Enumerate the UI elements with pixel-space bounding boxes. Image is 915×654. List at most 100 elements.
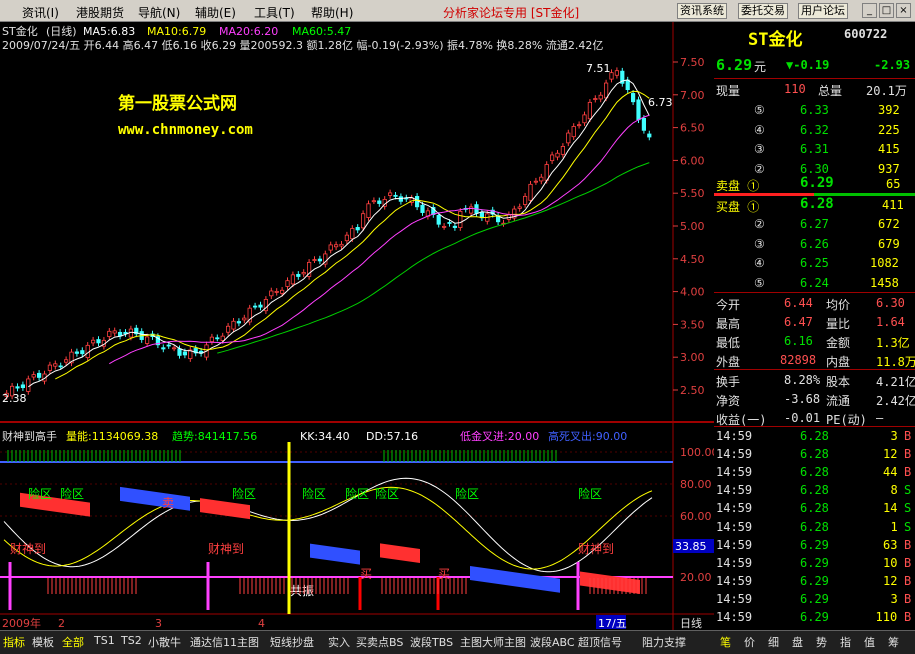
panel-tab-1[interactable]: 价 xyxy=(744,634,755,650)
panel-tab-6[interactable]: 值 xyxy=(864,634,875,650)
bottom-tab-14[interactable]: 阻力支撑 xyxy=(642,634,686,650)
bottom-tab-8[interactable]: 实入 xyxy=(328,634,350,650)
close-icon[interactable]: × xyxy=(896,3,911,18)
panel-tab-0[interactable]: 笔 xyxy=(720,634,731,650)
bottom-tab-1[interactable]: 模板 xyxy=(32,634,54,650)
tick-volume: 12 xyxy=(883,573,898,588)
bottom-tab-5[interactable]: 小散牛 xyxy=(148,634,181,650)
panel-tab-5[interactable]: 指 xyxy=(840,634,851,650)
tick-time: 14:59 xyxy=(716,555,753,570)
tick-row: 14:59 6.28 8 S xyxy=(714,481,915,500)
ask-volume: 937 xyxy=(878,161,900,176)
x-axis-tick: 2 xyxy=(58,617,65,630)
tick-row: 14:59 6.28 1 S xyxy=(714,518,915,537)
indicator-vol: 量能:1134069.38 xyxy=(66,429,158,443)
menu-item-4[interactable]: 工具(T) xyxy=(254,4,295,21)
bottom-tab-2[interactable]: 全部 xyxy=(62,634,84,650)
stat-value-2: 1.64 xyxy=(876,315,905,329)
tick-row: 14:59 6.28 3 B xyxy=(714,427,915,446)
ask-price: 6.31 xyxy=(800,142,829,156)
candle-body xyxy=(161,347,166,350)
stat-label: 换手 xyxy=(716,375,741,389)
bid-price: 6.27 xyxy=(800,217,829,231)
toolbar-button-2[interactable]: 用户论坛 xyxy=(798,3,848,19)
tick-price: 6.29 xyxy=(800,555,829,570)
bid-level-row: ⑤ 6.24 1458 xyxy=(714,274,915,293)
panel-tab-4[interactable]: 势 xyxy=(816,634,827,650)
candle-body xyxy=(560,146,566,155)
tick-price: 6.29 xyxy=(800,591,829,606)
candle-body xyxy=(220,335,225,341)
bottom-tab-13[interactable]: 超顶信号 xyxy=(578,634,622,650)
tick-row: 14:59 6.29 63 B xyxy=(714,536,915,555)
stat-label: 外盘 xyxy=(716,355,741,369)
bottom-tab-10[interactable]: 波段TBS xyxy=(410,634,453,650)
menu-item-2[interactable]: 导航(N) xyxy=(138,4,180,21)
price-axis-tick: 6.50 xyxy=(680,122,705,135)
stat-value-2: 4.21亿 xyxy=(876,375,915,389)
bottom-tab-11[interactable]: 主图大师主图 xyxy=(460,634,526,650)
axis-mode-label[interactable]: 日线 xyxy=(680,616,702,630)
tick-volume: 63 xyxy=(883,537,898,552)
ask-price: 6.30 xyxy=(800,161,829,176)
candle-body xyxy=(571,126,576,138)
tick-price: 6.29 xyxy=(800,610,829,624)
ask-price: 6.32 xyxy=(800,122,829,137)
bottom-tab-0[interactable]: 指标 xyxy=(3,634,25,650)
ask-level-row: ⑤ 6.33 392 xyxy=(714,101,915,120)
indicator-axis-tick: 20.00 xyxy=(680,571,712,584)
toolbar-button-1[interactable]: 委托交易 xyxy=(738,3,788,19)
bottom-tab-3[interactable]: TS1 xyxy=(94,634,115,647)
watermark-title: 第一股票公式网 xyxy=(118,93,237,114)
tick-side: B xyxy=(904,447,912,462)
stat-value-2: — xyxy=(876,411,884,425)
ask-level-row: ③ 6.31 415 xyxy=(714,140,915,159)
bottom-tab-7[interactable]: 短线抄盘 xyxy=(270,634,314,650)
bottom-tab-9[interactable]: 买卖点BS xyxy=(356,634,403,650)
candle-body xyxy=(91,339,96,344)
candle-body xyxy=(166,344,171,347)
panel-tab-7[interactable]: 筹 xyxy=(888,634,899,650)
panel-tab-2[interactable]: 细 xyxy=(768,634,779,650)
tick-row: 14:59 6.28 14 S xyxy=(714,499,915,518)
bottom-tab-6[interactable]: 通达信11主图 xyxy=(190,634,259,650)
minimize-icon[interactable]: _ xyxy=(862,3,877,18)
price-axis-tick: 3.00 xyxy=(680,351,705,364)
stat-value: 82898 xyxy=(780,353,817,367)
tick-price: 6.29 xyxy=(800,573,829,588)
tick-time: 14:59 xyxy=(716,591,753,606)
menu-item-3[interactable]: 辅助(E) xyxy=(195,4,236,21)
price-axis-tick: 7.50 xyxy=(680,56,705,69)
kline-chart[interactable]: ST金化 (日线) MA5:6.83 MA10:6.79 MA20:6.20 MA60:5… xyxy=(0,22,714,630)
tick-time: 14:59 xyxy=(716,519,753,534)
panel-tab-3[interactable]: 盘 xyxy=(792,634,803,650)
tick-volume: 3 xyxy=(890,429,898,443)
tick-time: 14:59 xyxy=(716,501,753,516)
resonance-label: 共振 xyxy=(290,584,314,598)
candle-body xyxy=(274,291,279,293)
window-title: 分析家论坛专用 [ST金化] xyxy=(443,6,580,20)
maximize-icon[interactable]: □ xyxy=(879,3,894,18)
tick-price: 6.28 xyxy=(800,447,829,462)
menu-item-5[interactable]: 帮助(H) xyxy=(311,4,353,21)
low-price-label: 2.38 xyxy=(2,392,27,405)
bottom-tab-12[interactable]: 波段ABC xyxy=(530,634,575,650)
menu-item-0[interactable]: 资讯(I) xyxy=(22,4,59,21)
tick-row: 14:59 6.28 44 B xyxy=(714,463,915,482)
candle-body xyxy=(355,227,360,231)
candle-body xyxy=(550,154,555,162)
ask-level-num: ② xyxy=(754,161,765,176)
candle-body xyxy=(242,317,247,321)
ask-level-num: ④ xyxy=(754,122,765,137)
toolbar-button-0[interactable]: 资讯系统 xyxy=(677,3,727,19)
stat-label-2: 流通 xyxy=(826,394,851,408)
menu-item-1[interactable]: 港股期货 xyxy=(76,4,124,21)
risk-zone-label: 险区 xyxy=(578,486,602,501)
indicator-axis-tick: 100.00 xyxy=(680,446,714,459)
bid-level-num: ④ xyxy=(754,256,765,270)
bottom-tab-4[interactable]: TS2 xyxy=(121,634,142,647)
cur-vol-label: 现量 xyxy=(716,84,741,98)
candle-body xyxy=(112,330,117,334)
bar-info-label: 2009/07/24/五 开6.44 高6.47 低6.16 收6.29 量20… xyxy=(2,38,603,52)
ask1-volume: 65 xyxy=(886,177,901,191)
